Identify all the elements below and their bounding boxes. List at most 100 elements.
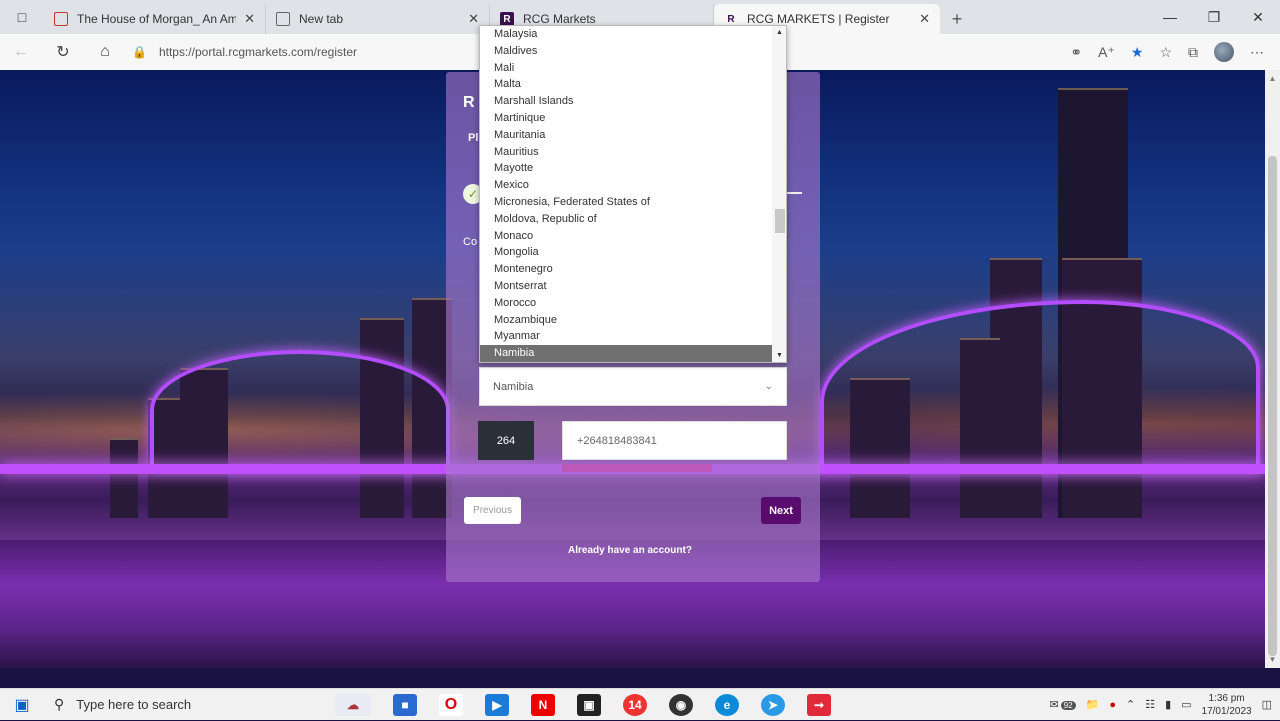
tab-actions-icon[interactable]: □ bbox=[0, 0, 44, 34]
country-select-value: Namibia bbox=[493, 380, 534, 393]
profile-avatar[interactable] bbox=[1214, 42, 1234, 62]
restore-icon[interactable]: ❐ bbox=[1192, 9, 1236, 26]
tab-new-tab[interactable]: New tab ✕ bbox=[266, 4, 490, 34]
notification-icon[interactable]: ◫ bbox=[1262, 698, 1272, 711]
folder-icon[interactable]: 📁 bbox=[1086, 698, 1100, 711]
country-option[interactable]: Mali bbox=[480, 60, 772, 77]
page-scrollbar[interactable]: ▲ ▼ bbox=[1265, 70, 1280, 668]
phone-input[interactable]: +264818483841 bbox=[562, 421, 787, 460]
window-controls: — ❐ ✕ bbox=[1148, 0, 1280, 34]
collections-icon[interactable]: ⧉ bbox=[1188, 44, 1198, 61]
country-option[interactable]: Malta bbox=[480, 76, 772, 93]
scroll-up-icon[interactable]: ▲ bbox=[772, 29, 786, 36]
validation-message bbox=[562, 464, 712, 472]
country-option[interactable]: Montenegro bbox=[480, 261, 772, 278]
clock-date: 17/01/2023 bbox=[1201, 705, 1252, 717]
country-option[interactable]: Mauritius bbox=[480, 144, 772, 161]
country-option[interactable]: Moldova, Republic of bbox=[480, 211, 772, 228]
new-tab-icon bbox=[276, 12, 290, 26]
messenger-icon[interactable]: ➤ bbox=[761, 693, 785, 716]
panel-title: R bbox=[463, 94, 475, 111]
close-window-icon[interactable]: ✕ bbox=[1236, 9, 1280, 26]
read-aloud-icon[interactable]: A⁺ bbox=[1098, 44, 1115, 61]
close-icon[interactable]: ✕ bbox=[244, 11, 255, 27]
calendar-app-icon[interactable]: 14 bbox=[623, 693, 647, 716]
country-option[interactable]: Mauritania bbox=[480, 127, 772, 144]
battery-icon[interactable]: ▭ bbox=[1181, 698, 1191, 711]
microphone-icon[interactable]: ▮ bbox=[1165, 698, 1171, 711]
login-link[interactable]: Already have an account? bbox=[568, 545, 692, 556]
windows-start-icon[interactable]: ▣ bbox=[0, 695, 44, 715]
favorites-icon[interactable]: ☆ bbox=[1159, 44, 1172, 61]
media-app-icon[interactable]: ◉ bbox=[669, 693, 693, 716]
country-option[interactable]: Malaysia bbox=[480, 26, 772, 43]
taskbar: ▣ ⚲ Type here to search ☁ ■ O ▶ N ▣ 14 ◉… bbox=[0, 688, 1280, 720]
lock-icon: 🔒 bbox=[132, 45, 147, 59]
search-placeholder: Type here to search bbox=[76, 697, 192, 712]
country-option[interactable]: Marshall Islands bbox=[480, 93, 772, 110]
scroll-down-icon[interactable]: ▼ bbox=[772, 352, 786, 359]
netflix-icon[interactable]: N bbox=[531, 693, 555, 716]
country-select[interactable]: Namibia ⌄ bbox=[479, 367, 787, 406]
scrollbar-thumb[interactable] bbox=[775, 209, 785, 233]
home-icon[interactable]: ⌂ bbox=[84, 43, 126, 61]
key-icon[interactable]: ⚭ bbox=[1070, 44, 1082, 61]
more-menu-icon[interactable]: ⋯ bbox=[1250, 44, 1264, 61]
chevron-down-icon[interactable]: ⌄ bbox=[765, 381, 773, 392]
scroll-up-icon[interactable]: ▲ bbox=[1265, 74, 1280, 83]
taskbar-search[interactable]: ⚲ Type here to search bbox=[44, 689, 324, 721]
country-option[interactable]: Mongolia bbox=[480, 244, 772, 261]
browser-toolbar: ⚭ A⁺ ★ ☆ ⧉ ⋯ bbox=[1070, 42, 1280, 62]
pdf-icon bbox=[54, 12, 68, 26]
next-button[interactable]: Next bbox=[761, 497, 801, 524]
favorite-star-icon[interactable]: ★ bbox=[1131, 44, 1144, 61]
panel-subtitle: Pl bbox=[468, 132, 479, 144]
previous-button[interactable]: Previous bbox=[464, 497, 521, 524]
opera-icon[interactable]: O bbox=[439, 693, 463, 716]
close-icon[interactable]: ✕ bbox=[468, 11, 479, 27]
bridge-arch bbox=[150, 350, 450, 470]
pdf-app-icon[interactable]: ➞ bbox=[807, 693, 831, 716]
refresh-icon[interactable]: ↻ bbox=[42, 42, 84, 62]
system-tray: ✉ 92 📁 ● ⌃ ☷ ▮ ▭ 1:36 pm 17/01/2023 ◫ bbox=[1049, 692, 1280, 718]
country-option[interactable]: Mozambique bbox=[480, 312, 772, 329]
clock[interactable]: 1:36 pm 17/01/2023 bbox=[1202, 692, 1252, 718]
country-option[interactable]: Mexico bbox=[480, 177, 772, 194]
new-tab-button[interactable]: + bbox=[940, 4, 974, 34]
edge-icon[interactable]: e bbox=[715, 693, 739, 716]
tab-house-of-morgan[interactable]: The House of Morgan_ An Amer ✕ bbox=[44, 4, 266, 34]
country-option[interactable]: Micronesia, Federated States of bbox=[480, 194, 772, 211]
tab-label: RCG MARKETS | Register bbox=[747, 12, 890, 26]
dropdown-scrollbar[interactable]: ▲ ▼ bbox=[772, 26, 786, 362]
country-option[interactable]: Morocco bbox=[480, 295, 772, 312]
country-option[interactable]: Monaco bbox=[480, 228, 772, 245]
country-option[interactable]: Namibia bbox=[480, 345, 772, 362]
media-player-icon[interactable]: ▶ bbox=[485, 693, 509, 716]
tab-label: New tab bbox=[299, 12, 344, 26]
mail-badge: 92 bbox=[1060, 701, 1076, 710]
store-icon[interactable]: ■ bbox=[393, 693, 417, 716]
country-option[interactable]: Myanmar bbox=[480, 328, 772, 345]
country-option[interactable]: Montserrat bbox=[480, 278, 772, 295]
search-icon: ⚲ bbox=[54, 696, 65, 712]
security-icon[interactable]: ● bbox=[1109, 699, 1116, 711]
country-option[interactable]: Maldives bbox=[480, 43, 772, 60]
tab-label: The House of Morgan_ An Amer bbox=[77, 12, 237, 26]
minimize-icon[interactable]: — bbox=[1148, 9, 1192, 25]
country-dropdown[interactable]: Malaysia Maldives Mali Malta Marshall Island… bbox=[479, 25, 787, 363]
bridge-arch bbox=[820, 300, 1260, 470]
country-option[interactable]: Mayotte bbox=[480, 160, 772, 177]
cube-app-icon[interactable]: ▣ bbox=[577, 693, 601, 716]
network-icon[interactable]: ☷ bbox=[1145, 698, 1155, 711]
scroll-down-icon[interactable]: ▼ bbox=[1265, 655, 1280, 664]
news-widget-icon[interactable]: ☁ bbox=[335, 693, 371, 716]
close-icon[interactable]: ✕ bbox=[919, 11, 930, 27]
mail-icon[interactable]: ✉ 92 bbox=[1049, 698, 1076, 711]
chevron-up-icon[interactable]: ⌃ bbox=[1126, 698, 1135, 711]
country-option[interactable]: Martinique bbox=[480, 110, 772, 127]
back-icon[interactable]: ← bbox=[0, 43, 42, 61]
rcg-icon: R bbox=[500, 12, 514, 26]
scrollbar-thumb[interactable] bbox=[1268, 156, 1277, 656]
step-divider bbox=[786, 192, 802, 194]
tab-label: RCG Markets bbox=[523, 12, 596, 26]
